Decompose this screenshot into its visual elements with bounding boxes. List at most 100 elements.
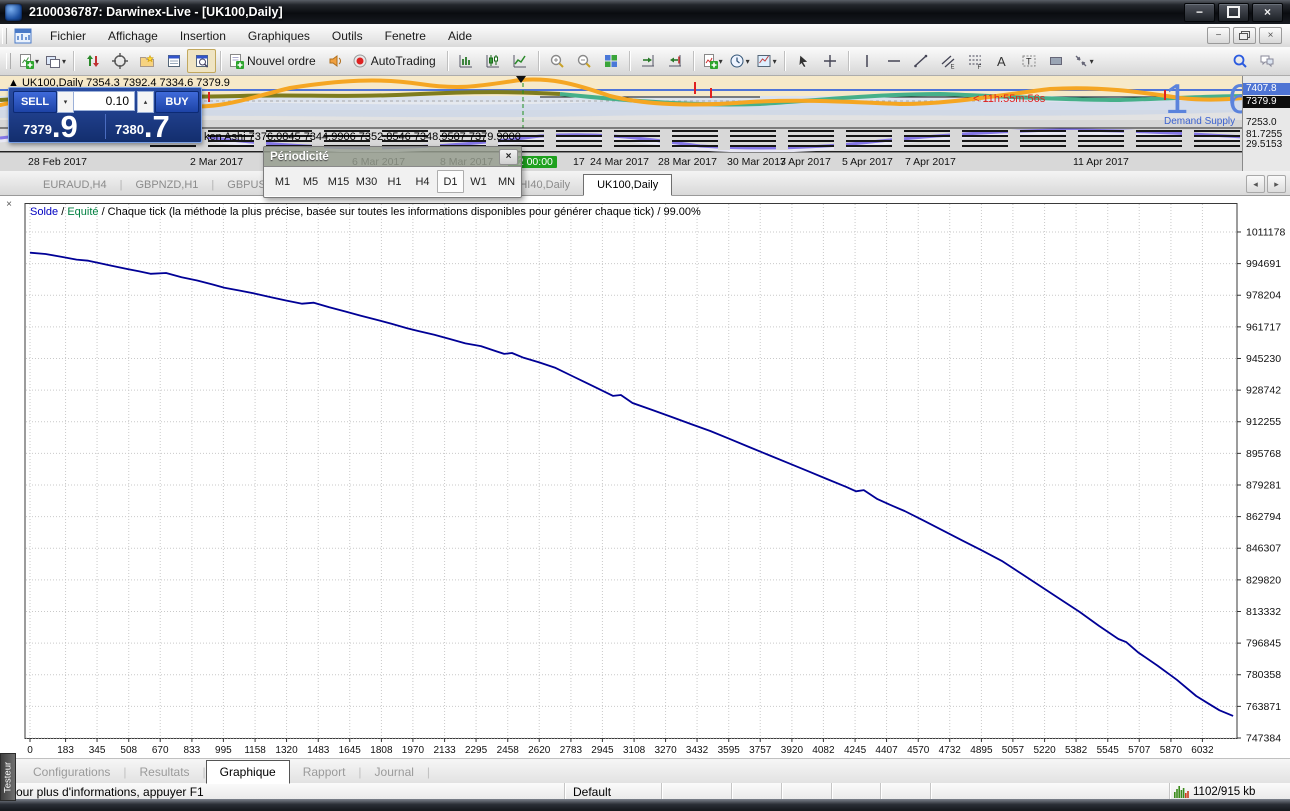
trendline-button[interactable] [908,50,935,72]
x-tick-label: 3920 [781,745,804,756]
templates-icon [756,53,772,69]
status-help: Pour plus d'informations, appuyer F1 [0,783,565,800]
market-watch-button[interactable] [160,50,187,72]
period-d1-button[interactable]: D1 [437,170,464,193]
chart-shift-button[interactable] [662,50,689,72]
crosshair-button[interactable] [817,50,844,72]
menu-fichier[interactable]: Fichier [39,26,97,46]
tabs-scroll-left-button[interactable]: ◂ [1246,175,1265,193]
period-m15-button[interactable]: M15 [325,170,352,193]
data-window-button[interactable] [187,49,216,73]
x-tick-label: 6032 [1191,745,1214,756]
menu-graphiques[interactable]: Graphiques [237,26,321,46]
period-w1-button[interactable]: W1 [465,170,492,193]
one-click-trading-widget: SELL ▾ 0.10 ▴ BUY 7379 .9 7380 .7 [8,87,202,143]
mdi-restore-button[interactable] [1233,27,1256,44]
indicators-button[interactable]: ▾ [699,50,726,72]
search-button[interactable] [1226,50,1253,72]
fibonacci-button[interactable]: F [962,50,989,72]
y-tick-label: 862794 [1246,511,1281,523]
time-scale[interactable]: 28 Feb 20172 Mar 20176 Mar 20178 Mar 201… [0,152,1243,171]
mdi-minimize-button[interactable]: − [1207,27,1230,44]
mdi-close-button[interactable]: × [1259,27,1282,44]
tick-chart-button[interactable] [79,50,106,72]
favorites-icon [139,53,155,69]
zoom-out-button[interactable] [571,50,598,72]
toolbar-separator [538,51,540,71]
tester-tab-resultats[interactable]: Resultats [127,761,203,783]
toolbar-separator [447,51,449,71]
autotrading-button[interactable]: AutoTrading [350,50,443,72]
x-tick-label: 2295 [465,745,488,756]
x-tick-label: 2133 [433,745,456,756]
sound-button[interactable] [323,50,350,72]
chat-button[interactable] [1253,50,1280,72]
period-mn-button[interactable]: MN [493,170,520,193]
buy-price[interactable]: 7380 .7 [115,112,170,141]
bar-chart-button[interactable] [453,50,480,72]
equidistant-channel-button[interactable]: E [935,50,962,72]
price-scale[interactable]: 7407.87379.97253.081.725529.5153 [1242,76,1290,171]
profiles-button[interactable]: ▾ [42,50,69,72]
chart-tab-euraud-h4[interactable]: EURAUD,H4 [30,175,120,195]
new-chart-button[interactable]: ▾ [15,50,42,72]
templates-button[interactable]: ▾ [753,50,780,72]
testeur-vertical-tab[interactable]: Testeur [0,753,16,801]
auto-scroll-button[interactable] [635,50,662,72]
status-profile[interactable]: Default [565,783,662,800]
maximize-button[interactable] [1218,3,1249,22]
period-m30-button[interactable]: M30 [353,170,380,193]
period-m5-button[interactable]: M5 [297,170,324,193]
periodicite-title-bar[interactable]: Périodicité × [264,147,521,167]
cursor-button[interactable] [790,50,817,72]
menu-affichage[interactable]: Affichage [97,26,169,46]
period-m1-button[interactable]: M1 [269,170,296,193]
horizontal-line-button[interactable] [881,50,908,72]
periodicite-close-button[interactable]: × [499,149,518,165]
menu-aide[interactable]: Aide [437,26,483,46]
tester-tab-journal[interactable]: Journal [362,761,427,783]
text-label-button[interactable]: T [1016,50,1043,72]
tester-tab-rapport[interactable]: Rapport [290,761,359,783]
equity-curve-chart[interactable]: 1011178994691978204961717945230928742912… [22,203,1290,759]
vertical-line-button[interactable] [854,50,881,72]
crosshair-target-button[interactable] [106,50,133,72]
new-order-button[interactable]: Nouvel ordre [226,50,323,72]
tabs-scroll-right-button[interactable]: ▸ [1267,175,1286,193]
minimize-button[interactable]: − [1184,3,1215,22]
tester-close-button[interactable]: × [3,198,15,210]
menu-insertion[interactable]: Insertion [169,26,237,46]
x-tick-label: 2783 [560,745,583,756]
x-tick-label: 1483 [307,745,330,756]
x-tick-label: 2945 [591,745,614,756]
chart-tab-uk100-daily[interactable]: UK100,Daily [583,174,672,196]
favorites-button[interactable] [133,50,160,72]
toolbar-gripper[interactable] [2,28,7,44]
close-button[interactable]: × [1252,3,1283,22]
tester-tab-graphique[interactable]: Graphique [206,760,290,784]
autotrading-icon [352,53,368,69]
window-bottom-edge [0,799,1290,811]
shapes-button[interactable] [1043,50,1070,72]
status-cell [662,783,732,800]
tile-windows-button[interactable] [598,50,625,72]
period-h4-button[interactable]: H4 [409,170,436,193]
periods-button[interactable]: ▾ [726,50,753,72]
sell-button[interactable]: SELL [13,91,57,113]
arrows-button[interactable]: ▾ [1070,50,1097,72]
text-button[interactable]: A [989,50,1016,72]
candle-chart-button[interactable] [480,50,507,72]
tester-tab-configurations[interactable]: Configurations [20,761,123,783]
menu-fenetre[interactable]: Fenetre [374,26,437,46]
line-chart-button[interactable] [507,50,534,72]
y-tick-label: 846307 [1246,543,1281,555]
period-h1-button[interactable]: H1 [381,170,408,193]
x-tick-label: 1808 [370,745,393,756]
menu-outils[interactable]: Outils [321,26,374,46]
volume-input[interactable]: 0.10 [73,91,135,111]
y-tick-label: 780358 [1246,669,1281,681]
chart-tab-gbpnzd-h1[interactable]: GBPNZD,H1 [122,175,211,195]
sell-price[interactable]: 7379 .9 [23,112,78,141]
zoom-in-button[interactable] [544,50,571,72]
indicators-icon [702,53,718,69]
